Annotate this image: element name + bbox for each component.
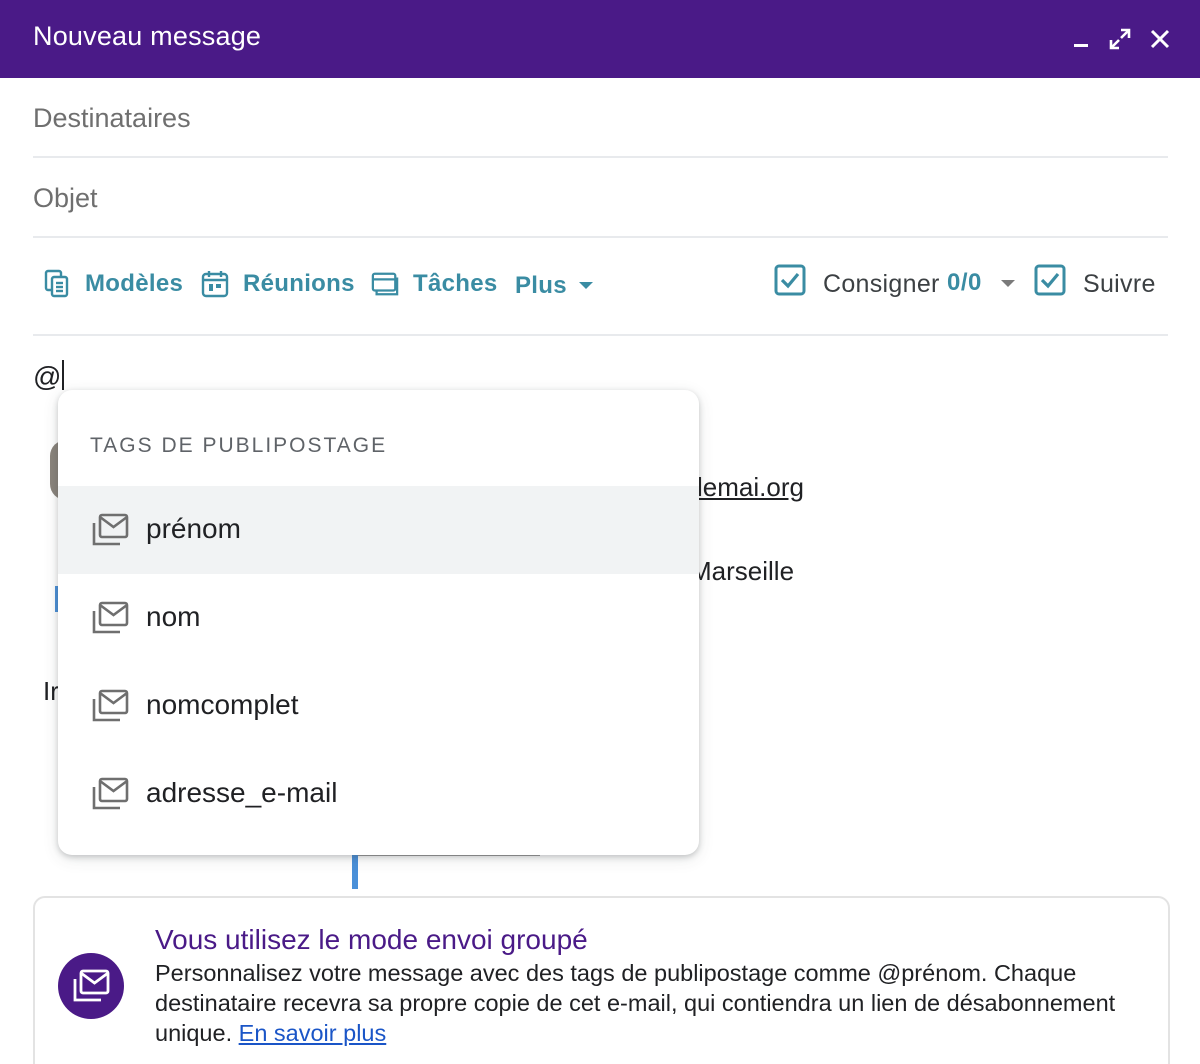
- track-checkbox[interactable]: [1034, 264, 1066, 296]
- templates-label: Modèles: [85, 270, 184, 297]
- compose-title: Nouveau message: [33, 21, 262, 51]
- signature-email-fragment[interactable]: lemai.org: [697, 472, 804, 503]
- log-counter[interactable]: 0/0: [947, 269, 982, 297]
- track-label: Suivre: [1083, 270, 1156, 298]
- meetings-button[interactable]: Réunions: [201, 264, 355, 304]
- log-label: Consigner: [823, 270, 940, 298]
- tasks-icon: [371, 269, 399, 299]
- mail-merge-icon: [92, 689, 129, 722]
- typed-text: @: [33, 361, 62, 392]
- signature-city-fragment: Marseille: [690, 556, 795, 586]
- menu-title: TAGS DE PUBLIPOSTAGE: [90, 434, 388, 457]
- recipients-field: [33, 78, 1168, 158]
- mail-merge-icon: [92, 777, 129, 810]
- tasks-label: Tâches: [413, 270, 498, 297]
- text-caret: [62, 360, 65, 390]
- mail-merge-tags-menu: TAGS DE PUBLIPOSTAGE prénom nom nomcompl…: [58, 390, 699, 855]
- mail-merge-icon: [92, 513, 129, 546]
- chevron-down-icon: [578, 282, 593, 289]
- templates-button[interactable]: Modèles: [43, 264, 183, 304]
- compose-toolbar: Modèles Réunions Tâches Plus Consigner 0…: [33, 238, 1168, 336]
- close-button[interactable]: [1145, 24, 1175, 54]
- expand-button[interactable]: [1105, 24, 1135, 54]
- mail-merge-icon: [92, 601, 129, 634]
- meetings-label: Réunions: [243, 270, 355, 297]
- signature-accent-bar: [352, 852, 358, 889]
- more-button[interactable]: Plus: [515, 266, 593, 306]
- more-label: Plus: [515, 272, 567, 299]
- templates-icon: [43, 269, 71, 299]
- calendar-icon: [201, 269, 229, 299]
- menu-item-nom[interactable]: nom: [58, 574, 699, 662]
- menu-item-prenom[interactable]: prénom: [58, 486, 699, 574]
- learn-more-link[interactable]: En savoir plus: [239, 1020, 387, 1046]
- menu-item-label: prénom: [146, 513, 241, 544]
- signature-text-fragment: Ir: [43, 676, 59, 706]
- menu-item-label: nomcomplet: [146, 689, 299, 720]
- menu-item-label: adresse_e-mail: [146, 777, 338, 808]
- log-dropdown-icon[interactable]: [1001, 280, 1015, 287]
- minimize-icon: [1074, 44, 1088, 47]
- menu-item-label: nom: [146, 601, 201, 632]
- minimize-button[interactable]: [1066, 24, 1096, 54]
- banner-text: Personnalisez votre message avec des tag…: [155, 958, 1145, 1048]
- close-icon: [1150, 29, 1170, 49]
- subject-field: [33, 158, 1168, 238]
- banner-title: Vous utilisez le mode envoi groupé: [155, 924, 588, 955]
- subject-input[interactable]: [33, 178, 1168, 218]
- log-checkbox[interactable]: [774, 264, 806, 296]
- message-body[interactable]: @: [33, 360, 65, 393]
- menu-item-nomcomplet[interactable]: nomcomplet: [58, 662, 699, 750]
- mail-merge-banner-icon: [58, 953, 124, 1019]
- mass-mailing-banner: Vous utilisez le mode envoi groupé Perso…: [33, 896, 1170, 1064]
- tasks-button[interactable]: Tâches: [371, 264, 498, 304]
- expand-icon: [1109, 28, 1131, 50]
- menu-item-adresse-email[interactable]: adresse_e-mail: [58, 750, 699, 838]
- compose-header: Nouveau message: [0, 0, 1200, 78]
- recipients-input[interactable]: [33, 98, 1168, 138]
